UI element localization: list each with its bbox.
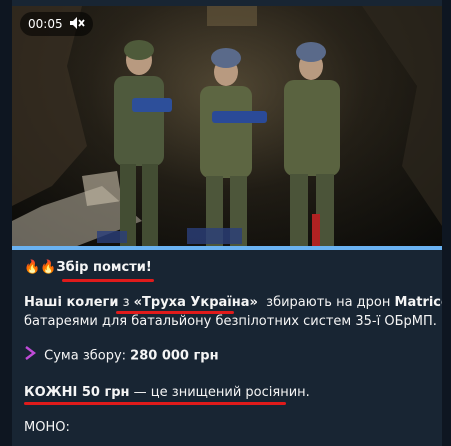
p1-prefix: Наші колеги <box>24 295 119 310</box>
fire-emoji: 🔥🔥 <box>24 260 57 275</box>
video-content <box>12 6 442 248</box>
video-progress-bar[interactable] <box>12 246 442 250</box>
p1-rest: збирають на дрон <box>266 295 391 310</box>
paragraph-line-2: батареями для батальйону безпілотних сис… <box>24 314 437 329</box>
muted-speaker-icon[interactable] <box>69 16 85 33</box>
mono-label: МОНО: <box>24 420 70 435</box>
every-bold: КОЖНІ 50 грн <box>24 385 130 400</box>
video-progress-fill <box>12 246 442 250</box>
org-name: «Труха Україна» <box>133 295 258 310</box>
every-underline <box>24 402 286 405</box>
message-bubble: 00:05 🔥🔥Збір помсти! Наші колеги з «Трух… <box>12 0 442 446</box>
drone-model: Matrice 30T <box>394 295 442 310</box>
duration-text: 00:05 <box>28 17 63 31</box>
video-player[interactable]: 00:05 <box>12 6 442 248</box>
p1-z: з <box>122 295 130 310</box>
soldier-middle <box>200 48 267 248</box>
title-underline <box>62 279 154 282</box>
paragraph-line-1: Наші колеги з «Труха Україна» збирають н… <box>24 293 442 312</box>
chevron-right-icon <box>24 346 36 366</box>
every-line: КОЖНІ 50 грн — це знищений росіянин. <box>24 383 310 402</box>
post-title-line: 🔥🔥Збір помсти! <box>24 258 152 277</box>
soldier-left <box>114 40 172 248</box>
soldier-right <box>284 42 340 248</box>
sum-line: Сума збору: 280 000 грн <box>24 346 219 366</box>
sum-value: 280 000 грн <box>130 348 219 364</box>
post-title: Збір помсти! <box>56 260 152 275</box>
sum-label: Сума збору: <box>44 348 127 364</box>
duration-badge[interactable]: 00:05 <box>20 12 93 36</box>
every-rest: — це знищений росіянин. <box>133 385 310 400</box>
